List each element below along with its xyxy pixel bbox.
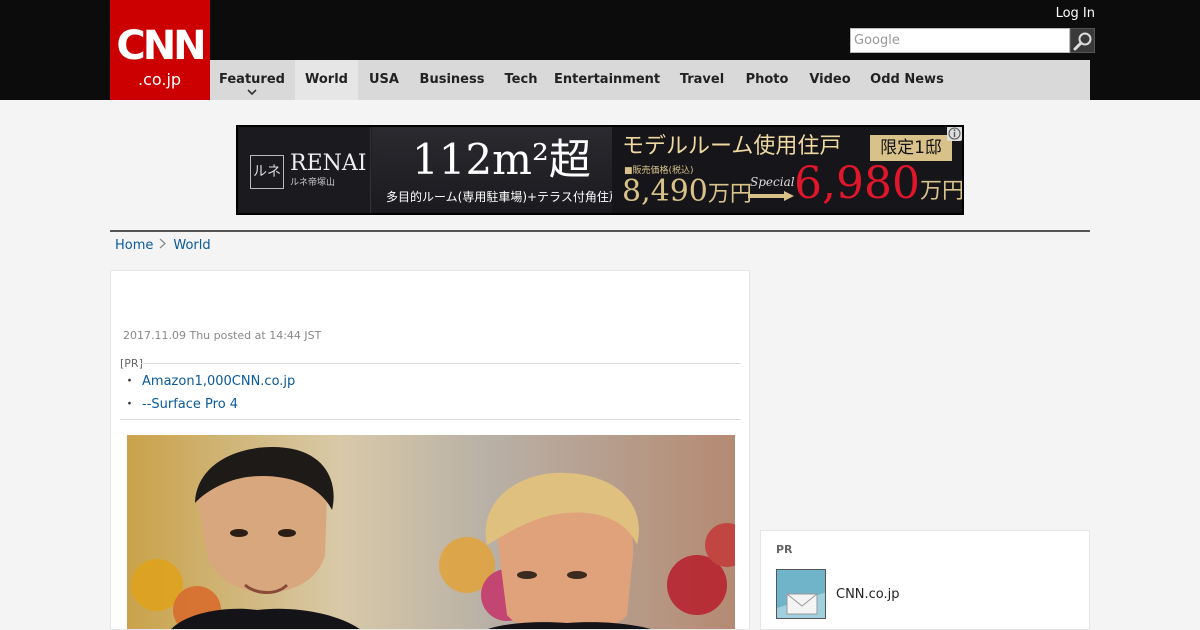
- article-photo: [127, 435, 735, 629]
- info-icon: [948, 127, 961, 140]
- pr-label: [PR]: [120, 357, 143, 370]
- ad-size-panel: 112m²超 多目的ルーム(専用駐車場)+テラス付角住戸: [372, 127, 621, 213]
- ad-new-price-value: 6,980: [794, 158, 920, 209]
- ad-new-price: 6,980万円: [794, 158, 964, 213]
- pr-divider-bottom: [120, 419, 741, 420]
- sidebar-pr-label: PR: [776, 543, 793, 556]
- pr-bullet: ・: [123, 397, 137, 412]
- article-card: 2017.11.09 Thu posted at 14:44 JST [PR] …: [110, 270, 750, 630]
- sidebar-pr-box: PR CNN.co.jp: [760, 530, 1090, 630]
- breadcrumb-world[interactable]: World: [173, 238, 210, 253]
- nav-odd-news[interactable]: Odd News: [868, 60, 946, 100]
- ad-special-label: Special: [750, 175, 795, 189]
- pr-divider-top: [141, 363, 741, 364]
- breadcrumb: Home World: [115, 236, 211, 256]
- search-input[interactable]: [850, 28, 1070, 53]
- ad-size-text: 112m²超: [412, 135, 591, 184]
- ad-new-price-unit: 万円: [919, 179, 964, 204]
- login-link[interactable]: Log In: [1040, 5, 1095, 23]
- arrow-right-icon: [748, 191, 794, 201]
- nav-tech[interactable]: Tech: [498, 60, 544, 100]
- search-button[interactable]: [1070, 28, 1095, 53]
- nav-featured-label: Featured: [219, 72, 285, 87]
- search-icon: [1073, 32, 1092, 51]
- nav-travel[interactable]: Travel: [676, 60, 728, 100]
- sidebar-pr-thumbnail[interactable]: [776, 569, 826, 619]
- pr-bullet: ・: [123, 374, 137, 389]
- ad-info-icon[interactable]: [947, 127, 962, 141]
- cnn-logo[interactable]: CNN .co.jp: [110, 0, 210, 100]
- breadcrumb-home[interactable]: Home: [115, 238, 153, 253]
- logo-wordmark: CNN: [116, 23, 206, 69]
- nav-usa[interactable]: USA: [362, 60, 406, 100]
- nav-world[interactable]: World: [295, 60, 358, 100]
- breadcrumb-divider: [110, 230, 1090, 232]
- pr-link-surface[interactable]: ・ --Surface Pro 4: [123, 396, 238, 414]
- ad-old-price-value: 8,490: [622, 174, 708, 209]
- nav-featured[interactable]: Featured: [210, 60, 294, 100]
- ad-brand-name: RENAI: [290, 151, 367, 176]
- logo-domain: .co.jp: [138, 70, 182, 89]
- mail-icon: [777, 570, 825, 618]
- sidebar-pr-title[interactable]: CNN.co.jp: [836, 587, 900, 603]
- ad-description: 多目的ルーム(専用駐車場)+テラス付角住戸: [386, 190, 621, 204]
- pr-link-text: Amazon1,000CNN.co.jp: [142, 374, 296, 389]
- chevron-right-icon: [159, 236, 167, 256]
- nav-photo[interactable]: Photo: [742, 60, 792, 100]
- ad-brand-mark: ルネ: [250, 155, 284, 189]
- pr-link-text: --Surface Pro 4: [142, 397, 239, 412]
- nav-entertainment[interactable]: Entertainment: [554, 60, 660, 100]
- nav-video[interactable]: Video: [806, 60, 854, 100]
- ad-price-panel: モデルルーム使用住戸 限定1邸 ■販売価格(税込) 8,490万円 Specia…: [612, 127, 962, 213]
- ad-old-price-unit: 万円: [707, 182, 752, 207]
- chevron-down-icon: [247, 89, 257, 96]
- nav-business[interactable]: Business: [416, 60, 488, 100]
- ad-old-price: 8,490万円: [622, 173, 752, 213]
- pr-link-amazon[interactable]: ・ Amazon1,000CNN.co.jp: [123, 373, 295, 391]
- ad-brand-panel: ルネ RENAI ルネ帝塚山: [238, 127, 371, 213]
- banner-ad[interactable]: ルネ RENAI ルネ帝塚山 112m²超 多目的ルーム(専用駐車場)+テラス付…: [236, 125, 964, 215]
- main-nav: Featured World USA Business Tech Enterta…: [210, 60, 1090, 100]
- ad-headline: モデルルーム使用住戸: [622, 134, 842, 159]
- article-dateline: 2017.11.09 Thu posted at 14:44 JST: [123, 329, 322, 342]
- photo-image: [127, 435, 735, 629]
- ad-brand-sub: ルネ帝塚山: [290, 178, 336, 188]
